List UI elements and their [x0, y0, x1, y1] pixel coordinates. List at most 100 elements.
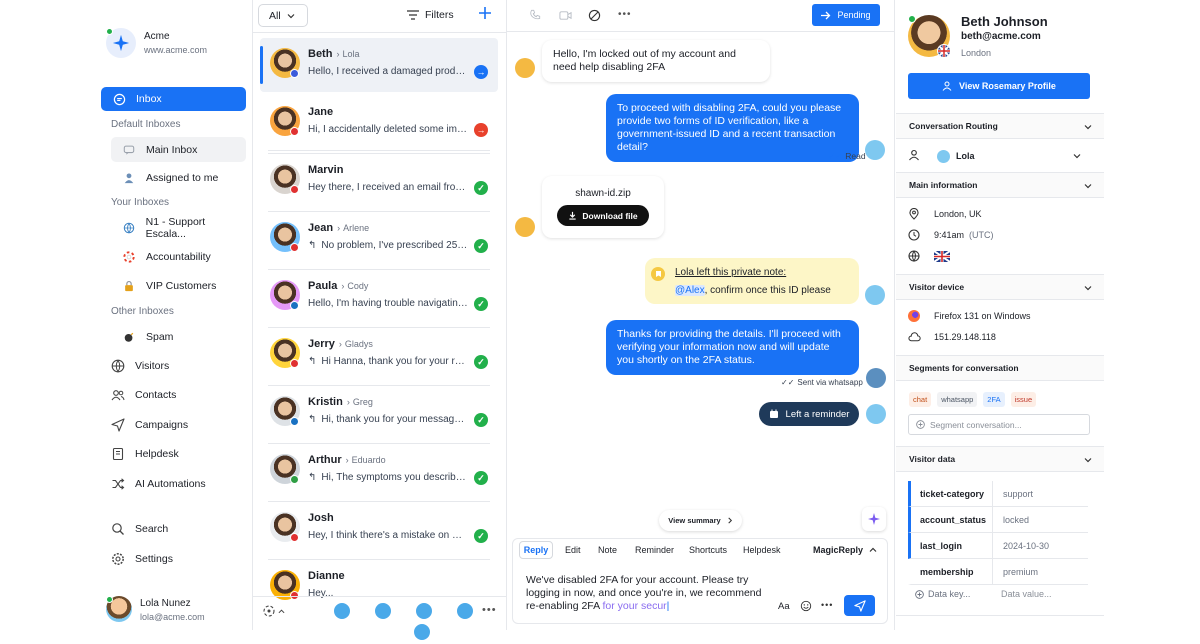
device-label: Visitor device [909, 282, 964, 292]
sidebar-item-label: VIP Customers [146, 280, 216, 292]
data-value[interactable]: support [993, 489, 1033, 499]
selected-indicator [260, 46, 263, 84]
routing-agent-select[interactable]: Lola [937, 148, 1081, 164]
more-options-icon[interactable]: ••• [482, 604, 497, 616]
segment-tag-chat[interactable]: chat [909, 392, 931, 407]
conversation-item[interactable]: Arthur›Eduardo↰Hi, The symptoms you desc… [260, 444, 498, 498]
nav-label: AI Automations [135, 478, 206, 490]
city-value: London, UK [934, 209, 982, 219]
contact-name: Beth [308, 48, 332, 60]
sidebar-item-label: Assigned to me [146, 172, 218, 184]
visitor-data-row[interactable]: account_statuslocked [908, 507, 1088, 533]
sent-via-label: Sent via whatsapp [797, 378, 862, 387]
segment-tag-whatsapp[interactable]: whatsapp [937, 392, 977, 407]
emoji-icon[interactable] [800, 600, 812, 615]
conversation-item[interactable]: Beth›LolaHello, I received a damaged pro… [260, 38, 498, 92]
nav-campaigns[interactable]: Campaigns [111, 417, 246, 433]
view-summary-button[interactable]: View summary [659, 510, 742, 531]
data-key: account_status [911, 507, 993, 532]
read-receipt: ✓✓Read [828, 151, 866, 162]
data-value[interactable]: locked [993, 515, 1029, 525]
sidebar-item-vip[interactable]: VIP Customers [111, 278, 246, 294]
nav-helpdesk[interactable]: Helpdesk [111, 446, 246, 462]
message-preview: Hello, I'm having trouble navigating t..… [308, 298, 468, 309]
video-icon[interactable] [559, 10, 572, 24]
new-conversation-button[interactable] [478, 6, 494, 22]
timezone-value: (UTC) [969, 230, 994, 240]
reply-icon: ↰ [308, 240, 316, 251]
tab-shortcuts[interactable]: Shortcuts [689, 545, 727, 555]
nav-visitors[interactable]: Visitors [111, 358, 246, 374]
visitor-data-row[interactable]: membershippremium [908, 559, 1088, 585]
conversation-item[interactable]: Jerry›Gladys↰Hi Hanna, thank you for you… [260, 328, 498, 382]
conversation-item[interactable]: Jean›Arlene↰No problem, I've prescribed … [260, 212, 498, 266]
tab-reply[interactable]: Reply [519, 541, 553, 559]
call-icon[interactable] [529, 9, 541, 24]
agent-avatar [937, 150, 950, 163]
reminder-pill[interactable]: Left a reminder [759, 402, 859, 426]
conversation-item[interactable]: JoshHey, I think there's a mistake on my… [260, 502, 498, 556]
country-flag-icon [290, 185, 299, 194]
message-preview: Hey... [308, 588, 468, 599]
conversation-item[interactable]: Kristin›Greg↰Hi, thank you for your mess… [260, 386, 498, 440]
sidebar-item-label: N1 - Support Escala... [146, 216, 246, 240]
sidebar-item-assigned[interactable]: Assigned to me [111, 170, 246, 186]
info-city: London, UK [908, 208, 982, 220]
nav-ai-automations[interactable]: AI Automations [111, 476, 246, 492]
nav-contacts[interactable]: Contacts [111, 387, 246, 403]
country-flag-icon [290, 417, 299, 426]
note-mention[interactable]: @Alex [675, 285, 705, 296]
nav-label: Contacts [135, 389, 176, 401]
pending-button[interactable]: Pending [812, 4, 880, 26]
sidebar-item-accountability[interactable]: Accountability [111, 249, 246, 265]
status-toggle[interactable] [262, 604, 285, 618]
status-arrow-icon: → [474, 65, 488, 79]
ai-sparkle-button[interactable] [862, 507, 886, 531]
visitor-data-row[interactable]: last_login2024-10-30 [908, 533, 1088, 559]
profile-location: London [961, 48, 991, 58]
filter-all-dropdown[interactable]: All [258, 4, 308, 27]
conversation-item[interactable]: Paula›CodyHello, I'm having trouble navi… [260, 270, 498, 324]
nav-search[interactable]: Search [111, 521, 246, 537]
more-icon[interactable]: ••• [618, 9, 632, 20]
tab-edit[interactable]: Edit [565, 545, 581, 555]
segment-tag-issue[interactable]: issue [1011, 392, 1037, 407]
data-value[interactable]: premium [993, 567, 1038, 577]
sidebar-item-inbox[interactable]: Inbox [101, 87, 246, 111]
operators-avatars[interactable] [333, 602, 433, 622]
tab-note[interactable]: Note [598, 545, 617, 555]
block-icon[interactable] [588, 9, 601, 25]
segment-input[interactable]: Segment conversation... [908, 414, 1090, 435]
format-text-button[interactable]: Aa [778, 601, 790, 612]
tab-magicreply[interactable]: MagicReply [813, 545, 863, 555]
download-label: Download file [582, 211, 637, 221]
data-value[interactable]: 2024-10-30 [993, 541, 1049, 551]
composer-suggestion: for your secur [600, 600, 667, 612]
download-file-button[interactable]: Download file [557, 205, 649, 226]
segment-tag-2fa[interactable]: 2FA [983, 392, 1004, 407]
filters-button[interactable]: Filters [407, 9, 454, 21]
operator-avatar [865, 140, 885, 160]
contact-name: Jerry [308, 338, 335, 350]
send-button[interactable] [844, 595, 875, 616]
sidebar-item-spam[interactable]: Spam [111, 329, 246, 345]
sidebar-item-main-inbox[interactable]: Main Inbox [111, 137, 246, 162]
add-data-row[interactable]: Data key... Data value... [908, 584, 1088, 604]
online-dot [106, 28, 113, 35]
more-icon[interactable]: ••• [821, 600, 833, 610]
preview-text: Hi Hanna, thank you for your rea... [321, 356, 468, 367]
pending-label: Pending [837, 10, 870, 20]
conversation-item[interactable]: JaneHi, I accidentally deleted some imp.… [260, 96, 498, 150]
collapse-composer-icon[interactable] [869, 545, 877, 557]
divider [252, 0, 253, 630]
sidebar-item-n1-support[interactable]: N1 - Support Escala... [111, 220, 246, 236]
nav-settings[interactable]: Settings [111, 551, 246, 567]
tab-reminder[interactable]: Reminder [635, 545, 674, 555]
message-preview: ↰Hi Hanna, thank you for your rea... [308, 356, 468, 367]
chevron-right-icon: › [347, 397, 350, 407]
tab-helpdesk[interactable]: Helpdesk [743, 545, 781, 555]
conversation-item[interactable]: MarvinHey there, I received an email fro… [260, 154, 498, 208]
visitor-data-row[interactable]: ticket-categorysupport [908, 481, 1088, 507]
view-profile-button[interactable]: View Rosemary Profile [908, 73, 1090, 99]
composer-input[interactable]: We've disabled 2FA for your account. Ple… [526, 574, 768, 613]
